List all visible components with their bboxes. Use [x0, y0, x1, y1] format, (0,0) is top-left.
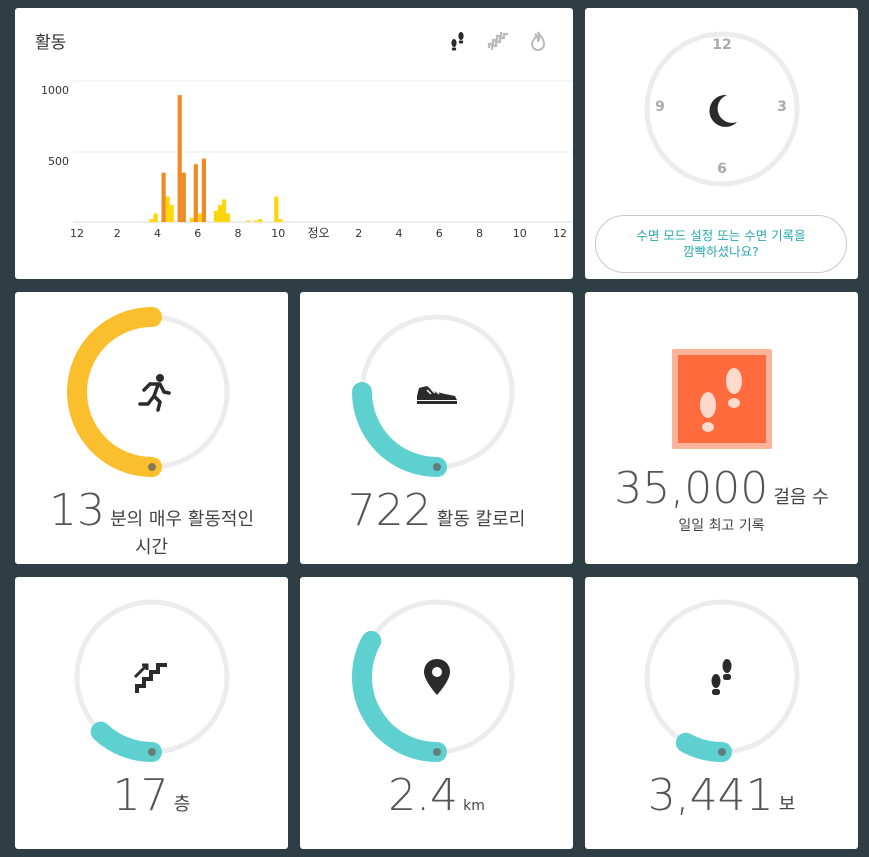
active-minutes-label: 분의 매우 활동적인 시간 — [110, 509, 255, 558]
activity-bar — [221, 199, 227, 222]
location-pin-icon — [424, 659, 450, 695]
x-tick-label: 2 — [113, 227, 121, 240]
best-steps-value: 35,000 — [614, 463, 769, 514]
distance-value: 2.4 — [388, 770, 459, 821]
steps-value: 3,441 — [647, 770, 774, 821]
activity-bar — [189, 217, 194, 222]
activity-bar — [197, 213, 202, 222]
distance-caption: 2.4 km — [300, 774, 573, 818]
activity-bar — [274, 196, 279, 222]
x-tick-label: 8 — [234, 227, 242, 240]
stairs-icon — [133, 663, 167, 693]
steps-tile[interactable]: 3,441 보 — [585, 577, 858, 849]
best-steps-caption: 35,000 걸음 수 — [585, 467, 858, 511]
floors-tile[interactable]: 17 층 — [15, 577, 288, 849]
activity-bar — [177, 95, 182, 222]
x-tick-label: 8 — [476, 227, 483, 240]
best-steps-tile[interactable]: 35,000 걸음 수 일일 최고 기록 — [585, 292, 858, 564]
runner-icon — [138, 374, 171, 412]
sleep-tile[interactable]: 12 3 6 9 수면 모드 설정 또는 수면 기록을 깜빡하셨나요? — [585, 8, 858, 279]
floors-unit: 층 — [173, 794, 191, 815]
shoe-icon — [417, 386, 457, 404]
calories-tile[interactable]: 722 활동 칼로리 — [300, 292, 573, 564]
steps-caption: 3,441 보 — [585, 774, 858, 818]
activity-chart: 1000 500 12 2 4 6 8 10 정오 2 4 6 8 10 12 — [15, 8, 573, 279]
ring-end-dot — [718, 748, 726, 756]
x-tick-label: 12 — [70, 227, 84, 240]
clock-label-9: 9 — [655, 99, 665, 115]
activity-bar — [258, 219, 263, 222]
x-tick-label: 정오 — [307, 226, 330, 240]
x-tick-label: 2 — [355, 227, 363, 240]
clock-label-6: 6 — [717, 161, 727, 177]
x-tick-label: 4 — [395, 227, 403, 240]
footprints-badge-icon — [672, 349, 772, 449]
best-steps-unit: 걸음 수 — [773, 487, 829, 508]
ring-end-dot — [433, 748, 441, 756]
activity-bar — [254, 220, 259, 222]
distance-unit: km — [463, 798, 485, 814]
activity-bar — [246, 220, 251, 222]
distance-tile[interactable]: 2.4 km — [300, 577, 573, 849]
x-tick-label: 6 — [435, 227, 443, 240]
activity-bar — [161, 172, 166, 222]
ring-progress-arc — [90, 721, 162, 762]
ring-end-dot — [148, 748, 156, 756]
moon-icon — [709, 94, 737, 127]
x-tick-label: 10 — [271, 227, 286, 240]
clock-label-3: 3 — [777, 99, 787, 115]
activity-bar — [278, 219, 283, 222]
calories-label: 활동 칼로리 — [436, 509, 526, 530]
activity-bar — [217, 205, 223, 222]
activity-bar — [165, 196, 170, 222]
x-tick-label: 4 — [154, 227, 161, 240]
best-steps-sub: 일일 최고 기록 — [678, 518, 765, 534]
ring-progress-arc — [675, 732, 732, 762]
active-minutes-caption: 13 분의 매우 활동적인 시간 — [15, 489, 288, 559]
sleep-setup-text: 수면 모드 설정 또는 수면 기록을 깜빡하셨나요? — [636, 228, 806, 259]
x-tick-label: 10 — [512, 227, 527, 240]
activity-bars — [149, 95, 283, 222]
activity-bar — [153, 213, 158, 222]
activity-bar — [213, 210, 218, 222]
active-minutes-tile[interactable]: 13 분의 매우 활동적인 시간 — [15, 292, 288, 564]
x-tick-label: 12 — [553, 227, 567, 240]
activity-bar — [225, 213, 231, 222]
active-minutes-value: 13 — [48, 485, 105, 536]
sleep-setup-button[interactable]: 수면 모드 설정 또는 수면 기록을 깜빡하셨나요? — [595, 215, 847, 273]
floors-caption: 17 층 — [15, 774, 288, 818]
activity-bar — [193, 164, 198, 222]
ring-end-dot — [433, 463, 441, 471]
activity-bar — [169, 205, 174, 222]
activity-bar — [201, 158, 206, 222]
floors-value: 17 — [112, 770, 169, 821]
x-tick-label: 6 — [194, 227, 202, 240]
ring-end-dot — [148, 463, 156, 471]
calories-value: 722 — [347, 485, 432, 536]
footprints-icon — [711, 659, 732, 695]
clock-label-12: 12 — [712, 37, 732, 53]
y-tick-label: 1000 — [41, 84, 69, 97]
activity-bar — [149, 219, 154, 222]
y-tick-label: 500 — [48, 155, 69, 168]
calories-caption: 722 활동 칼로리 — [300, 489, 573, 533]
steps-unit: 보 — [778, 794, 796, 815]
activity-tile[interactable]: 활동 1000 500 12 2 4 6 8 10 정오 2 4 6 8 10 12 — [15, 8, 573, 279]
activity-bar — [181, 172, 186, 222]
